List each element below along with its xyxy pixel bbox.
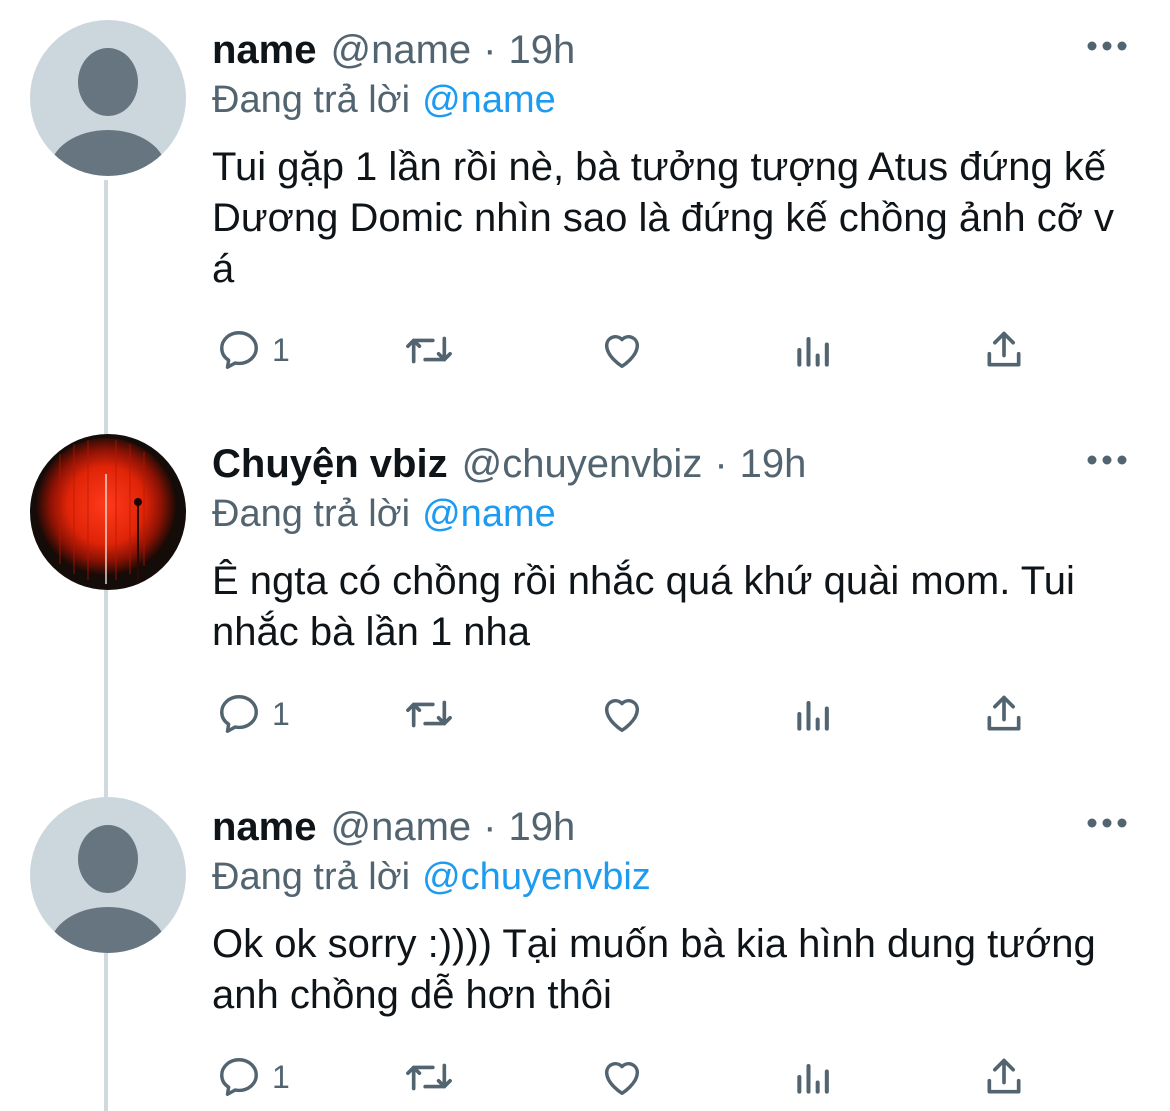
avatar[interactable] bbox=[30, 434, 186, 590]
reply-icon bbox=[220, 331, 258, 369]
separator-dot: · bbox=[714, 442, 728, 486]
red-curtain-avatar bbox=[30, 434, 186, 590]
action-bar: 1 bbox=[212, 322, 1052, 378]
handle[interactable]: @name bbox=[331, 803, 472, 851]
share-button[interactable] bbox=[982, 322, 1026, 378]
more-options-icon[interactable] bbox=[1086, 450, 1128, 470]
replying-label: Đang trả lời bbox=[212, 79, 411, 121]
tweet[interactable]: name @name · 19h Đang trả lời @name Tui g… bbox=[0, 10, 1170, 390]
timestamp[interactable]: 19h bbox=[509, 803, 576, 851]
analytics-icon bbox=[797, 336, 829, 367]
display-name[interactable]: name bbox=[212, 803, 317, 851]
more-options-icon[interactable] bbox=[1086, 36, 1128, 56]
default-avatar-icon bbox=[30, 20, 186, 176]
analytics-button[interactable] bbox=[792, 1049, 836, 1105]
timestamp[interactable]: 19h bbox=[740, 440, 807, 488]
reply-count: 1 bbox=[272, 695, 290, 732]
replying-to: Đang trả lời @name bbox=[212, 76, 556, 124]
tweet-text: Ok ok sorry :)))) Tại muốn bà kia hình d… bbox=[212, 922, 1096, 1017]
analytics-icon bbox=[797, 1063, 829, 1094]
tweet-text: Ê ngta có chồng rồi nhắc quá khứ quài mo… bbox=[212, 559, 1075, 654]
handle[interactable]: @name bbox=[331, 26, 472, 74]
tweet-text: Tui gặp 1 lần rồi nè, bà tưởng tượng Atu… bbox=[212, 145, 1115, 291]
retweet-icon bbox=[406, 700, 452, 728]
tweet[interactable]: name @name · 19h Đang trả lời @chuyenvbiz… bbox=[0, 787, 1170, 1111]
handle[interactable]: @chuyenvbiz bbox=[462, 440, 703, 488]
reply-icon bbox=[220, 1058, 258, 1096]
retweet-button[interactable] bbox=[402, 322, 456, 378]
tweet-header: Chuyện vbiz @chuyenvbiz · 19h bbox=[212, 440, 806, 488]
like-icon bbox=[604, 699, 640, 733]
replying-label: Đang trả lời bbox=[212, 493, 411, 535]
share-button[interactable] bbox=[982, 686, 1026, 742]
reply-count: 1 bbox=[272, 1058, 290, 1095]
reply-button[interactable]: 1 bbox=[216, 322, 290, 378]
display-name[interactable]: Chuyện vbiz bbox=[212, 440, 448, 488]
tweet-header: name @name · 19h bbox=[212, 803, 575, 851]
share-button[interactable] bbox=[982, 1049, 1026, 1105]
share-icon bbox=[987, 331, 1021, 367]
retweet-button[interactable] bbox=[402, 686, 456, 742]
separator-dot: · bbox=[483, 28, 497, 72]
avatar[interactable] bbox=[30, 797, 186, 953]
tweet[interactable]: Chuyện vbiz @chuyenvbiz · 19h Đang trả l… bbox=[0, 424, 1170, 784]
analytics-button[interactable] bbox=[792, 686, 836, 742]
mention-link[interactable]: @name bbox=[422, 79, 556, 121]
retweet-icon bbox=[406, 1063, 452, 1091]
display-name[interactable]: name bbox=[212, 26, 317, 74]
reply-button[interactable]: 1 bbox=[216, 1049, 290, 1105]
reply-count: 1 bbox=[272, 331, 290, 368]
separator-dot: · bbox=[483, 805, 497, 849]
timestamp[interactable]: 19h bbox=[509, 26, 576, 74]
reply-icon bbox=[220, 695, 258, 733]
analytics-button[interactable] bbox=[792, 322, 836, 378]
more-options-icon[interactable] bbox=[1086, 813, 1128, 833]
retweet-button[interactable] bbox=[402, 1049, 456, 1105]
tweet-header: name @name · 19h bbox=[212, 26, 575, 74]
replying-to: Đang trả lời @name bbox=[212, 490, 556, 538]
action-bar: 1 bbox=[212, 686, 1052, 742]
replying-label: Đang trả lời bbox=[212, 856, 411, 898]
like-button[interactable] bbox=[598, 1049, 646, 1105]
mention-link[interactable]: @name bbox=[422, 493, 556, 535]
like-icon bbox=[604, 1062, 640, 1096]
mention-link[interactable]: @chuyenvbiz bbox=[422, 856, 651, 898]
reply-button[interactable]: 1 bbox=[216, 686, 290, 742]
share-icon bbox=[987, 695, 1021, 731]
like-button[interactable] bbox=[598, 686, 646, 742]
analytics-icon bbox=[797, 700, 829, 731]
avatar[interactable] bbox=[30, 20, 186, 176]
action-bar: 1 bbox=[212, 1049, 1052, 1105]
retweet-icon bbox=[406, 336, 452, 364]
replying-to: Đang trả lời @chuyenvbiz bbox=[212, 853, 651, 901]
like-icon bbox=[604, 335, 640, 369]
share-icon bbox=[987, 1058, 1021, 1094]
default-avatar-icon bbox=[30, 797, 186, 953]
like-button[interactable] bbox=[598, 322, 646, 378]
